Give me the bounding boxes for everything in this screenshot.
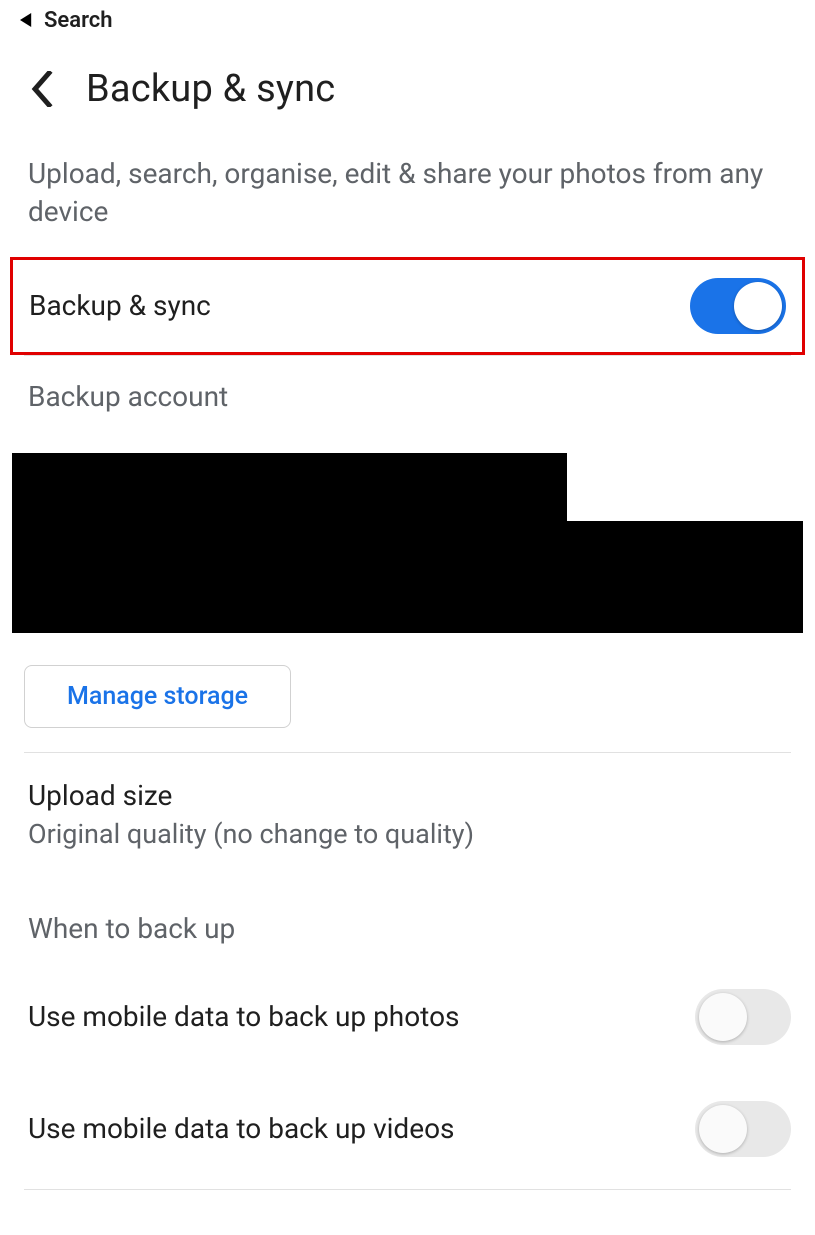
page-description: Upload, search, organise, edit & share y… (0, 131, 815, 257)
backup-sync-row[interactable]: Backup & sync (13, 260, 802, 352)
mobile-data-photos-label: Use mobile data to back up photos (28, 1000, 459, 1033)
redacted-block (12, 453, 567, 521)
status-bar-back-label: Search (44, 8, 113, 33)
divider (24, 1189, 791, 1190)
toggle-knob (734, 282, 782, 330)
manage-storage-button[interactable]: Manage storage (24, 665, 291, 728)
backup-sync-toggle[interactable] (690, 278, 786, 334)
mobile-data-videos-row[interactable]: Use mobile data to back up videos (0, 1071, 815, 1183)
mobile-data-videos-label: Use mobile data to back up videos (28, 1112, 455, 1145)
account-info-redacted (12, 453, 803, 633)
back-triangle-icon (20, 8, 36, 33)
status-bar-back[interactable]: Search (0, 0, 815, 37)
toggle-knob (699, 1105, 747, 1153)
manage-storage-label: Manage storage (67, 682, 248, 711)
backup-sync-label: Backup & sync (29, 289, 211, 322)
mobile-data-photos-row[interactable]: Use mobile data to back up photos (0, 963, 815, 1071)
chevron-left-icon (31, 71, 53, 107)
mobile-data-photos-toggle[interactable] (695, 989, 791, 1045)
backup-account-heading: Backup account (0, 356, 815, 425)
toggle-knob (699, 993, 747, 1041)
page-title: Backup & sync (86, 67, 335, 111)
back-button[interactable] (28, 69, 56, 109)
upload-size-row[interactable]: Upload size Original quality (no change … (0, 753, 815, 860)
upload-size-subtitle: Original quality (no change to quality) (28, 818, 787, 850)
upload-size-title: Upload size (28, 779, 787, 812)
when-to-backup-heading: When to back up (0, 860, 815, 963)
backup-sync-highlight: Backup & sync (10, 257, 805, 355)
page-header: Backup & sync (0, 37, 815, 131)
redacted-block (12, 521, 803, 633)
mobile-data-videos-toggle[interactable] (695, 1101, 791, 1157)
